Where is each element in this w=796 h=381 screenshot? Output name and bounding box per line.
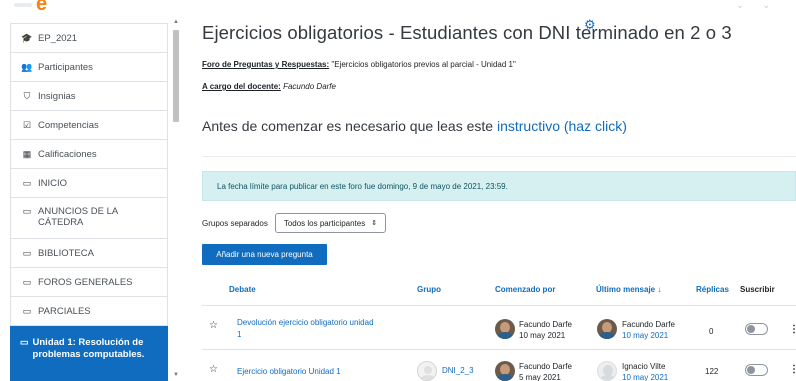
user-menu-icon[interactable]: ⌄ ⌄: [736, 0, 778, 11]
sidebar-item-inicio[interactable]: ▭ INICIO: [10, 169, 168, 198]
graduation-cap-icon: 🎓: [21, 32, 33, 43]
add-question-button[interactable]: Añadir una nueva pregunta: [202, 244, 327, 265]
forum-value: "Ejercicios obligatorios previos al parc…: [331, 60, 516, 69]
sidebar-item-label: EP_2021: [38, 32, 78, 44]
group-avatar: [417, 361, 437, 381]
intro-text: Antes de comenzar es necesario que leas …: [202, 118, 627, 134]
teacher-value: Facundo Darfe: [283, 82, 336, 91]
folder-icon: ▭: [22, 305, 32, 316]
folder-icon: ▭: [22, 247, 32, 258]
avatar[interactable]: [597, 361, 617, 381]
main-region: Ejercicios obligatorios - Estudiantes co…: [202, 22, 796, 44]
groups-selector: Grupos separados Todos los participantes…: [202, 213, 387, 233]
sidebar-item-ep2021[interactable]: 🎓 EP_2021: [10, 23, 168, 53]
sidebar-item-label: BIBLIOTECA: [38, 247, 94, 259]
deadline-alert: La fecha límite para publicar en este fo…: [202, 171, 796, 201]
teacher-info: A cargo del docente: Facundo Darfe: [202, 82, 336, 91]
folder-icon: ▭: [22, 177, 32, 188]
star-icon[interactable]: ☆: [209, 320, 218, 331]
sidebar-item-biblioteca[interactable]: ▭ BIBLIOTECA: [10, 239, 168, 268]
users-icon: 👥: [21, 61, 33, 72]
instructivo-link[interactable]: instructivo (haz click): [497, 118, 627, 134]
scroll-down-icon[interactable]: ▼: [173, 372, 179, 378]
replies-count: 0: [709, 327, 714, 336]
sidebar-item-label: INICIO: [38, 177, 68, 189]
scroll-up-icon[interactable]: ▲: [173, 19, 179, 25]
sidebar-item-label: FOROS GENERALES: [38, 276, 133, 288]
sidebar-item-label: Participantes: [38, 61, 93, 73]
group-link[interactable]: DNI_2_3: [442, 366, 474, 375]
discussion-link[interactable]: Devolución ejercicio obligatorio unidad …: [237, 317, 374, 341]
forum-label: Foro de Preguntas y Respuestas:: [202, 60, 330, 69]
sidebar-item-parciales[interactable]: ▭ PARCIALES: [10, 297, 168, 326]
started-by-name: Facundo Darfe: [519, 320, 572, 329]
last-post-name: Ignacio Vilte: [622, 362, 666, 371]
discussion-title-line1: Devolución ejercicio obligatorio unidad: [237, 318, 374, 327]
sidebar-item-anuncios[interactable]: ▭ ANUNCIOS DE LA CÁTEDRA: [10, 198, 168, 239]
groups-label: Grupos separados: [202, 218, 268, 228]
column-header-grupo[interactable]: Grupo: [417, 285, 441, 294]
page-title: Ejercicios obligatorios - Estudiantes co…: [202, 22, 732, 43]
started-by-date: 5 may 2021: [519, 373, 561, 381]
check-square-icon: ☑: [22, 119, 32, 130]
nav-toggle-icon[interactable]: [14, 3, 32, 7]
folder-icon: ▭: [20, 337, 29, 347]
sidebar-scroll-thumb[interactable]: [173, 30, 179, 122]
sidebar-item-label: Unidad 1: Resolución de problemas comput…: [32, 337, 145, 360]
avatar[interactable]: [495, 319, 515, 339]
divider: [202, 156, 796, 157]
table-icon: ▦: [22, 148, 32, 159]
started-by-date: 10 may 2021: [519, 331, 566, 340]
top-navbar: e ⌄ ⌄: [0, 0, 796, 14]
intro-label: Antes de comenzar es necesario que leas …: [202, 118, 494, 134]
subscribe-toggle[interactable]: [745, 323, 768, 335]
groups-select-value: Todos los participantes: [283, 218, 366, 228]
column-header-debate[interactable]: Debate: [229, 285, 256, 294]
column-header-comenzado[interactable]: Comenzado por: [495, 285, 555, 294]
teacher-label: A cargo del docente:: [202, 82, 281, 91]
discussion-title-line1: Ejercicio obligatorio Unidad 1: [237, 367, 341, 376]
deadline-alert-text: La fecha límite para publicar en este fo…: [217, 181, 508, 191]
gear-icon[interactable]: ⚙: [584, 17, 596, 33]
avatar[interactable]: [597, 319, 617, 339]
column-header-suscribir: Suscribir: [740, 285, 775, 294]
replies-count: 122: [705, 367, 719, 376]
last-post-name: Facundo Darfe: [622, 320, 675, 329]
last-post-date[interactable]: 10 may 2021: [622, 331, 668, 341]
forum-info: Foro de Preguntas y Respuestas: "Ejercic…: [202, 60, 516, 69]
started-by-name: Facundo Darfe: [519, 362, 572, 371]
more-options-icon[interactable]: ⋮: [789, 364, 796, 375]
avatar[interactable]: [495, 361, 515, 381]
shield-icon: ⛉: [23, 90, 31, 101]
updown-icon: ⇕: [371, 220, 378, 227]
discussion-link[interactable]: Ejercicio obligatorio Unidad 1: [237, 366, 341, 378]
site-logo[interactable]: e: [36, 0, 47, 14]
row-divider: [202, 349, 796, 350]
star-icon[interactable]: ☆: [209, 364, 218, 375]
more-options-icon[interactable]: ⋮: [789, 324, 796, 335]
sidebar-item-label: Competencias: [38, 119, 99, 131]
sidebar-item-label: Calificaciones: [38, 148, 97, 160]
sidebar-item-label: Insignias: [38, 90, 76, 102]
discussion-title-line2: 1: [237, 330, 242, 339]
course-sidebar: 🎓 EP_2021 👥 Participantes ⛉ Insignias ☑ …: [10, 23, 168, 381]
folder-icon: ▭: [22, 206, 32, 216]
sidebar-item-calificaciones[interactable]: ▦ Calificaciones: [10, 140, 168, 169]
subscribe-toggle[interactable]: [745, 364, 768, 376]
last-post-date[interactable]: 10 may 2021: [622, 373, 668, 381]
sidebar-item-insignias[interactable]: ⛉ Insignias: [10, 82, 168, 111]
folder-icon: ▭: [22, 276, 32, 287]
column-header-replicas[interactable]: Réplicas: [696, 285, 729, 294]
sidebar-item-label: ANUNCIOS DE LA CÁTEDRA: [38, 206, 118, 228]
sidebar-item-foros-generales[interactable]: ▭ FOROS GENERALES: [10, 268, 168, 297]
sidebar-item-unidad-1[interactable]: ▭ Unidad 1: Resolución de problemas comp…: [10, 326, 168, 381]
table-header-divider: [202, 305, 796, 306]
groups-select[interactable]: Todos los participantes ⇕: [274, 213, 387, 233]
sidebar-item-label: PARCIALES: [38, 305, 91, 317]
sidebar-item-participantes[interactable]: 👥 Participantes: [10, 53, 168, 82]
sidebar-item-competencias[interactable]: ☑ Competencias: [10, 111, 168, 140]
column-header-ultimo[interactable]: Último mensaje ↓: [596, 285, 661, 294]
